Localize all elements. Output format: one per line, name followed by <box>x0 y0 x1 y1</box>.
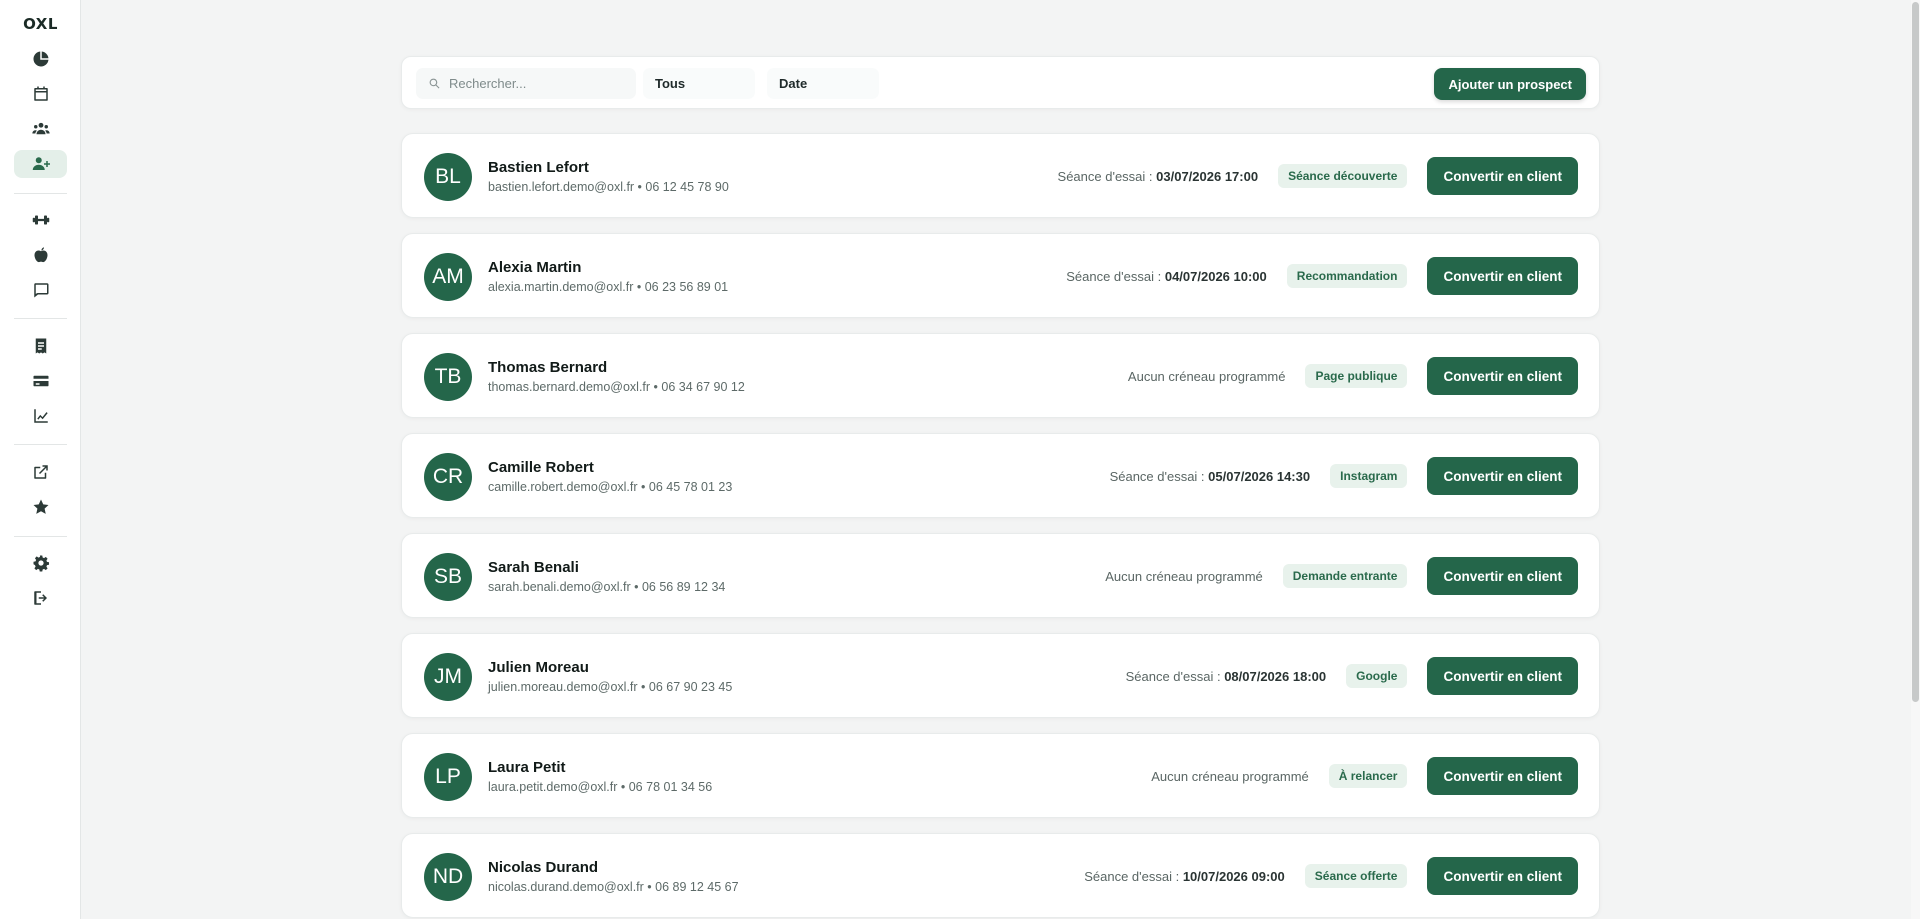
convert-to-client-button[interactable]: Convertir en client <box>1427 557 1578 595</box>
prospect-contact: thomas.bernard.demo@oxl.fr • 06 34 67 90… <box>488 380 745 394</box>
star-icon <box>33 499 48 514</box>
convert-to-client-button[interactable]: Convertir en client <box>1427 757 1578 795</box>
sidebar-item-statistics[interactable] <box>14 402 67 430</box>
prospects-toolbar: Tous Date Ajouter un prospect <box>401 56 1600 109</box>
prospect-name: Sarah Benali <box>488 559 579 576</box>
receipt-icon <box>35 338 46 354</box>
trial-session: Aucun créneau programmé <box>1151 768 1309 784</box>
sidebar-item-payments[interactable] <box>14 367 67 395</box>
sidebar-item-nutrition[interactable] <box>14 241 67 269</box>
sidebar-divider <box>14 444 67 445</box>
pie-chart-icon <box>33 51 48 67</box>
scrollbar[interactable] <box>1911 0 1920 919</box>
search-icon <box>429 78 440 89</box>
source-badge: À relancer <box>1328 764 1408 788</box>
sidebar-item-settings[interactable] <box>14 549 67 577</box>
prospect-name: Bastien Lefort <box>488 159 589 176</box>
calendar-icon <box>33 86 48 101</box>
prospect-name: Thomas Bernard <box>488 359 608 376</box>
external-link-icon <box>33 465 48 479</box>
prospect-contact: bastien.lefort.demo@oxl.fr • 06 12 45 78… <box>488 180 729 194</box>
gear-icon <box>33 554 49 572</box>
prospect-row: SB Sarah Benali sarah.benali.demo@oxl.fr… <box>401 533 1600 618</box>
sidebar-item-messages[interactable] <box>14 276 67 304</box>
trial-session: Séance d'essai : 05/07/2026 14:30 <box>1109 468 1311 484</box>
source-badge: Instagram <box>1330 464 1408 488</box>
search-box[interactable] <box>416 68 636 99</box>
sidebar-item-training[interactable] <box>14 206 67 234</box>
source-badge: Séance découverte <box>1278 164 1408 188</box>
sidebar-divider <box>14 536 67 537</box>
source-badge: Séance offerte <box>1304 864 1408 888</box>
sidebar-divider <box>14 193 67 194</box>
sidebar-item-prospects[interactable] <box>14 150 67 178</box>
prospect-name: Alexia Martin <box>488 259 582 276</box>
source-badge: Recommandation <box>1286 264 1408 288</box>
users-icon <box>31 122 50 135</box>
source-badge: Page publique <box>1305 364 1408 388</box>
avatar: BL <box>424 153 472 201</box>
convert-to-client-button[interactable]: Convertir en client <box>1427 657 1578 695</box>
avatar: ND <box>424 853 472 901</box>
user-plus-icon <box>32 157 50 170</box>
chat-icon <box>33 283 48 298</box>
trial-session: Séance d'essai : 04/07/2026 10:00 <box>1066 268 1267 284</box>
apple-icon <box>33 247 48 263</box>
logout-icon <box>33 591 47 605</box>
prospect-contact: alexia.martin.demo@oxl.fr • 06 23 56 89 … <box>488 280 729 294</box>
source-badge: Demande entrante <box>1282 564 1408 588</box>
sidebar-item-logout[interactable] <box>14 584 67 612</box>
prospect-name: Laura Petit <box>488 759 566 776</box>
trial-session: Séance d'essai : 10/07/2026 09:00 <box>1084 868 1285 884</box>
convert-to-client-button[interactable]: Convertir en client <box>1427 157 1578 195</box>
convert-to-client-button[interactable]: Convertir en client <box>1427 457 1578 495</box>
sidebar-item-reviews[interactable] <box>14 493 67 521</box>
avatar: LP <box>424 753 472 801</box>
prospect-contact: laura.petit.demo@oxl.fr • 06 78 01 34 56 <box>488 780 713 794</box>
sidebar-item-invoices[interactable] <box>14 332 67 360</box>
sidebar-item-dashboard[interactable] <box>14 45 67 73</box>
prospect-name: Julien Moreau <box>488 659 589 676</box>
avatar: SB <box>424 553 472 601</box>
sidebar-item-calendar[interactable] <box>14 80 67 108</box>
prospect-row: LP Laura Petit laura.petit.demo@oxl.fr •… <box>401 733 1600 818</box>
search-input[interactable] <box>449 76 629 91</box>
prospect-name: Nicolas Durand <box>488 859 599 876</box>
prospect-row: AM Alexia Martin alexia.martin.demo@oxl.… <box>401 233 1600 318</box>
prospect-row: BL Bastien Lefort bastien.lefort.demo@ox… <box>401 133 1600 218</box>
avatar: JM <box>424 653 472 701</box>
avatar: CR <box>424 453 472 501</box>
date-filter[interactable]: Date <box>767 68 879 99</box>
prospect-contact: sarah.benali.demo@oxl.fr • 06 56 89 12 3… <box>488 580 726 594</box>
prospect-contact: julien.moreau.demo@oxl.fr • 06 67 90 23 … <box>488 680 733 694</box>
convert-to-client-button[interactable]: Convertir en client <box>1427 257 1578 295</box>
credit-card-icon <box>33 375 48 387</box>
prospect-row: ND Nicolas Durand nicolas.durand.demo@ox… <box>401 833 1600 918</box>
prospect-row: TB Thomas Bernard thomas.bernard.demo@ox… <box>401 333 1600 418</box>
chart-line-icon <box>33 409 48 423</box>
prospect-row: JM Julien Moreau julien.moreau.demo@oxl.… <box>401 633 1600 718</box>
add-prospect-button[interactable]: Ajouter un prospect <box>1434 68 1586 100</box>
prospect-contact: camille.robert.demo@oxl.fr • 06 45 78 01… <box>488 480 733 494</box>
trial-session: Aucun créneau programmé <box>1127 368 1286 384</box>
app-logo: OXL <box>23 15 58 33</box>
avatar: TB <box>424 353 472 401</box>
prospect-contact: nicolas.durand.demo@oxl.fr • 06 89 12 45… <box>488 880 739 894</box>
scrollbar-thumb[interactable] <box>1912 2 1919 702</box>
prospect-row: CR Camille Robert camille.robert.demo@ox… <box>401 433 1600 518</box>
trial-session: Aucun créneau programmé <box>1105 568 1263 584</box>
dumbbell-icon <box>32 215 49 225</box>
sidebar-item-public-page[interactable] <box>14 458 67 486</box>
trial-session: Séance d'essai : 03/07/2026 17:00 <box>1057 168 1259 184</box>
status-filter[interactable]: Tous <box>643 68 755 99</box>
convert-to-client-button[interactable]: Convertir en client <box>1427 357 1578 395</box>
sidebar-item-clients[interactable] <box>14 115 67 143</box>
prospect-name: Camille Robert <box>488 459 594 476</box>
sidebar-divider <box>14 318 67 319</box>
trial-session: Séance d'essai : 08/07/2026 18:00 <box>1125 668 1327 684</box>
source-badge: Google <box>1346 664 1408 688</box>
sidebar: OXL <box>0 0 81 919</box>
convert-to-client-button[interactable]: Convertir en client <box>1427 857 1578 895</box>
avatar: AM <box>424 253 472 301</box>
